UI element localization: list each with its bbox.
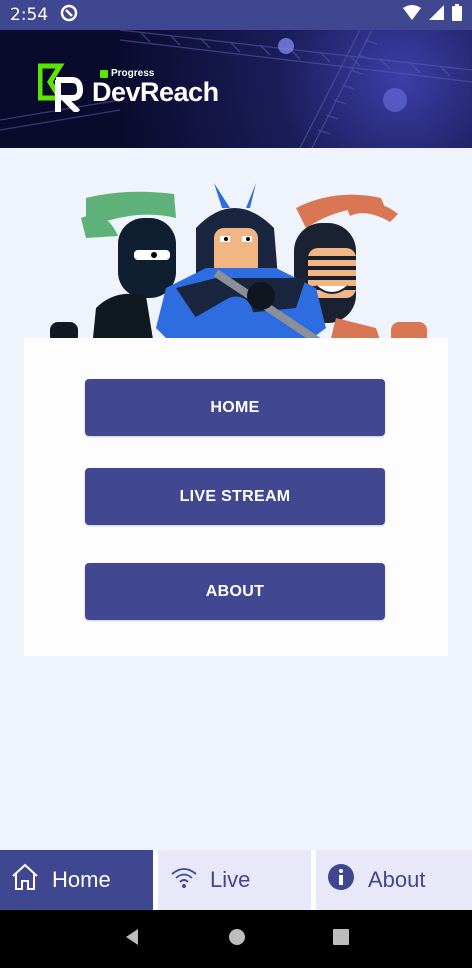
home-button[interactable]: HOME (85, 379, 385, 436)
status-bar: 2:54 (0, 0, 472, 30)
logo-devreach-text: DevReach (92, 76, 219, 107)
devreach-mark-icon (38, 63, 84, 112)
system-nav-bar (0, 910, 472, 968)
signal-icon (429, 5, 444, 25)
notification-icon (60, 4, 78, 27)
tab-live[interactable]: Live (158, 850, 311, 910)
back-icon[interactable] (122, 927, 142, 952)
home-circle-icon[interactable] (227, 927, 247, 952)
tab-live-label: Live (210, 867, 251, 892)
ninja-samurai-illustration (50, 183, 427, 358)
tab-about[interactable]: About (316, 850, 472, 910)
battery-icon (452, 4, 462, 26)
live-stream-button[interactable]: LIVE STREAM (85, 468, 385, 525)
clock: 2:54 (10, 5, 49, 25)
about-button[interactable]: ABOUT (85, 563, 385, 620)
recents-icon[interactable] (332, 928, 350, 951)
info-icon (328, 864, 354, 896)
header-banner: Progress DevReach (0, 30, 472, 148)
wifi-status-icon (403, 5, 421, 25)
main-content: HOME LIVE STREAM ABOUT (0, 148, 472, 850)
tab-home[interactable]: Home (0, 850, 153, 910)
bottom-tab-bar: Home Live About (0, 850, 472, 910)
home-icon (10, 862, 40, 898)
tab-home-label: Home (52, 867, 111, 892)
wifi-icon (170, 865, 198, 895)
menu-card: HOME LIVE STREAM ABOUT (24, 338, 448, 656)
devreach-logo: Progress DevReach (38, 62, 219, 112)
tab-about-label: About (368, 867, 426, 892)
